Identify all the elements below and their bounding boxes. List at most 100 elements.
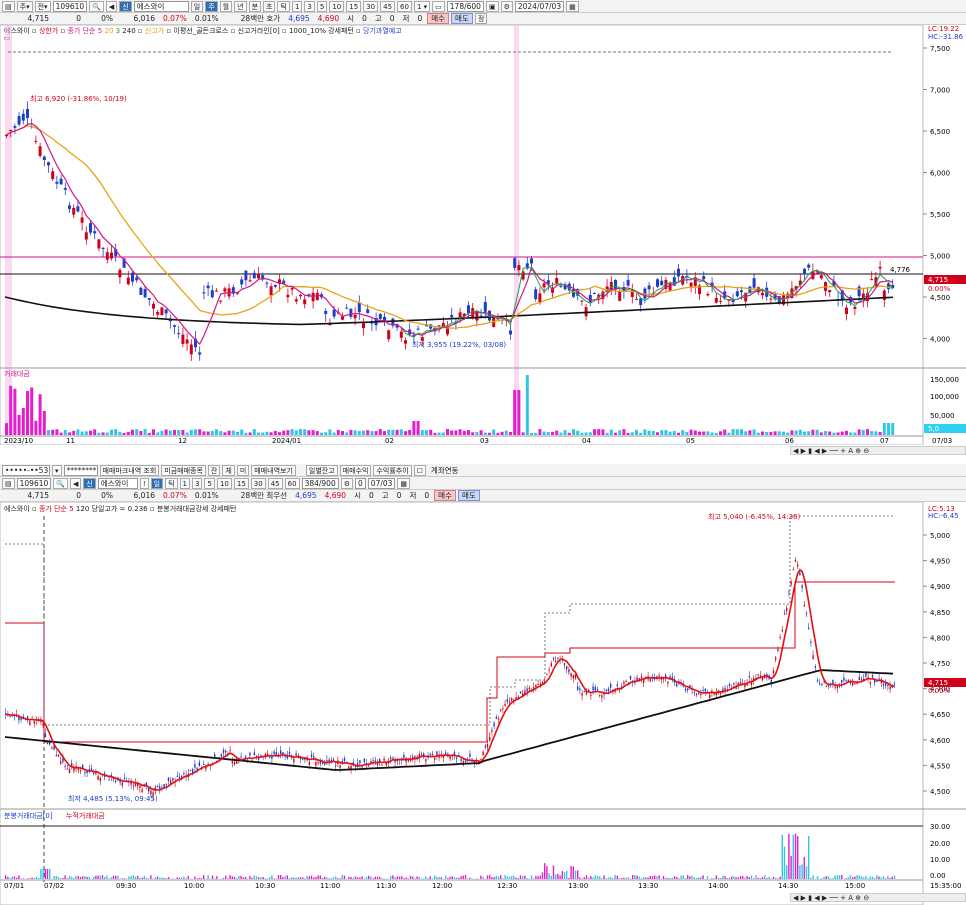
candle-body: [89, 223, 92, 233]
prev-icon-2[interactable]: ◀: [69, 477, 82, 489]
chart-frame-2: [0, 502, 924, 905]
period-day[interactable]: 일: [190, 0, 204, 12]
volume-bar: [366, 430, 370, 435]
period-week[interactable]: 주: [205, 0, 218, 12]
period-tick[interactable]: 틱: [277, 0, 290, 12]
stock-code-input-2[interactable]: 109610: [16, 477, 52, 489]
unfilled-button[interactable]: 미: [236, 464, 250, 476]
calendar-icon[interactable]: ▦: [566, 0, 579, 12]
candle-body-2: [577, 686, 579, 690]
password-field[interactable]: ********: [63, 464, 98, 476]
search-icon-2[interactable]: 🔍: [53, 477, 68, 489]
mark-query-button[interactable]: 매매마크내역 조회: [99, 464, 160, 476]
filled-button[interactable]: 체: [222, 464, 235, 476]
favorite-icon[interactable]: 신: [119, 0, 132, 12]
volume-bar-2: [775, 877, 777, 879]
stock-code-input[interactable]: 109610: [52, 0, 88, 12]
num2-30[interactable]: 30: [250, 477, 266, 489]
volume-bar-2: [627, 877, 629, 879]
num-10[interactable]: 10: [329, 0, 345, 12]
save-icon[interactable]: ▣: [485, 0, 499, 12]
volume-bar: [706, 431, 710, 435]
stock-name-field-2[interactable]: 에스와이: [97, 477, 138, 489]
num-1[interactable]: 1: [291, 0, 303, 12]
num2-5[interactable]: 5: [204, 477, 215, 489]
favorite-icon-2[interactable]: 신: [83, 477, 96, 489]
volume-bar-2: [867, 878, 869, 879]
menu-icon-2[interactable]: ▤: [2, 477, 15, 489]
volume-bar-2: [86, 876, 88, 879]
num2-10[interactable]: 10: [216, 477, 232, 489]
period-select[interactable]: 주▾: [16, 0, 33, 12]
volume-bar-2: [431, 878, 434, 879]
num-5[interactable]: 5: [316, 0, 328, 12]
period-second[interactable]: 초: [263, 0, 276, 12]
volume-bar-2: [522, 876, 524, 879]
account-link-label: 계좌연동: [430, 465, 459, 475]
stock-name-field[interactable]: 에스와이: [133, 0, 189, 12]
custom-num[interactable]: 1 ▾: [413, 0, 431, 12]
buy-button[interactable]: 매수: [427, 13, 450, 24]
period-year[interactable]: 년: [234, 0, 247, 12]
bottom-scrollbar[interactable]: ◀ ▶ ▮ ◀ ▶ ── + A ⊕ ⊖: [790, 893, 966, 902]
candle-body: [84, 232, 88, 240]
candle-body-2: [108, 779, 110, 781]
num-3[interactable]: 3: [304, 0, 315, 12]
volume-bar: [194, 429, 197, 435]
volume-bar-2: [29, 878, 31, 879]
account-dropdown[interactable]: ▾: [52, 464, 62, 476]
all-select[interactable]: 전▾: [34, 0, 51, 12]
num2-15[interactable]: 15: [233, 477, 249, 489]
volume-bar-2: [535, 875, 537, 879]
prev-icon[interactable]: ◀: [105, 0, 118, 12]
settings-icon[interactable]: ⚙: [500, 0, 513, 12]
volume-bar-2: [185, 878, 187, 879]
unsettled-button[interactable]: 미금매매종목: [161, 464, 206, 476]
period-month[interactable]: 월: [219, 0, 233, 12]
account-link-checkbox[interactable]: ☐: [413, 464, 426, 476]
trade-profit-button[interactable]: 매매수익: [339, 464, 372, 476]
num2-3[interactable]: 3: [192, 477, 203, 489]
date-field-2[interactable]: 07/03: [367, 477, 396, 489]
trade-history-button[interactable]: 매매내역보기: [251, 464, 296, 476]
intraday-toolbar: ▤ 109610 🔍 ◀ 신 에스와이 ! 일 틱 1 3 5 10 15 30…: [0, 477, 966, 490]
change-pct-2: 0%: [101, 491, 113, 500]
num2-45[interactable]: 45: [267, 477, 283, 489]
num2-1[interactable]: 1: [179, 477, 191, 489]
extra-button[interactable]: 정: [474, 13, 488, 24]
balance-button[interactable]: 잔: [207, 464, 221, 476]
info-icon[interactable]: !: [139, 477, 149, 489]
period-minute[interactable]: 분: [248, 0, 262, 12]
count-field[interactable]: 178/600: [446, 0, 484, 12]
return-trend-button[interactable]: 수익률추이: [373, 464, 412, 476]
num-60[interactable]: 60: [397, 0, 412, 12]
volume-bar-2: [178, 877, 181, 879]
volume-bar-2: [799, 865, 801, 879]
settings-icon-2[interactable]: ⚙: [340, 477, 354, 489]
volume-bar-2: [495, 875, 497, 879]
num-15[interactable]: 15: [346, 0, 362, 12]
period-tick-2[interactable]: 틱: [165, 477, 178, 489]
search-icon[interactable]: 🔍: [89, 0, 104, 12]
buy-button-2[interactable]: 매수: [434, 490, 456, 501]
count-field-2[interactable]: 384/900: [301, 477, 339, 489]
date-field[interactable]: 2024/07/03: [514, 0, 565, 12]
num-30[interactable]: 30: [363, 0, 379, 12]
candle-body-2: [9, 715, 11, 717]
num-45[interactable]: 45: [380, 0, 396, 12]
top-scrollbar[interactable]: ◀ ▶ ▮ ◀ ▶ ── + A ⊕ ⊖: [790, 446, 966, 455]
num-field-2[interactable]: 0: [355, 477, 366, 489]
candle-body-2: [77, 769, 79, 771]
account-field[interactable]: •••••-••53: [2, 464, 50, 476]
calendar-icon-2[interactable]: ▦: [397, 477, 411, 489]
volume-bar: [429, 429, 433, 435]
sell-button[interactable]: 매도: [451, 13, 473, 24]
menu-icon[interactable]: ▤: [2, 0, 15, 12]
daily-balance-button[interactable]: 일별잔고: [305, 464, 338, 476]
lock-icon[interactable]: ▭: [432, 0, 445, 12]
num2-60[interactable]: 60: [284, 477, 300, 489]
volume-bar-2: [33, 878, 35, 879]
volume-bar-2: [733, 876, 735, 879]
sell-button-2[interactable]: 매도: [457, 490, 480, 501]
period-day-2[interactable]: 일: [150, 477, 164, 489]
